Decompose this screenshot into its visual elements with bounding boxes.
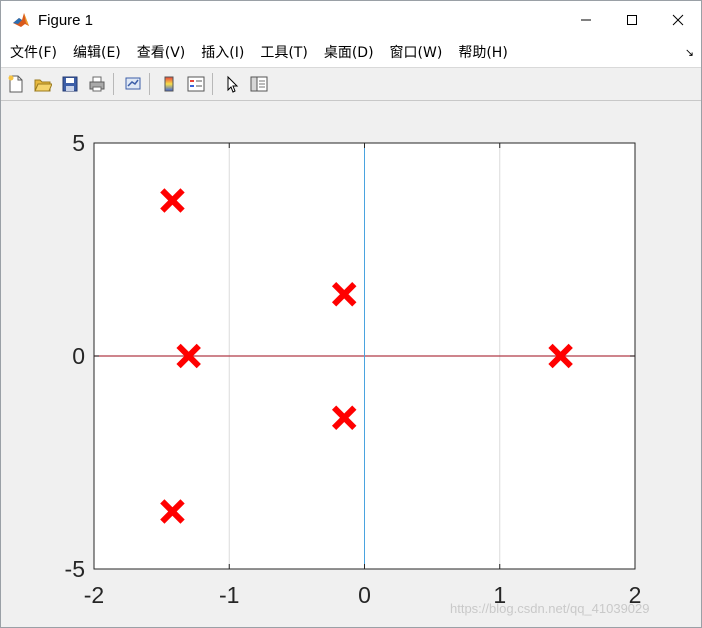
y-tick-label: 5: [72, 130, 85, 156]
close-icon: [672, 14, 684, 26]
menu-file[interactable]: 文件(F): [1, 39, 65, 67]
edit-plot-button[interactable]: [220, 72, 244, 96]
insert-legend-icon: [187, 76, 205, 92]
x-tick-label: -2: [84, 582, 104, 608]
watermark-text: https://blog.csdn.net/qq_41039029: [450, 601, 650, 616]
x-tick-label: -1: [219, 582, 239, 608]
minimize-icon: [581, 19, 591, 21]
toolbar-separator: [113, 73, 114, 95]
maximize-icon: [627, 15, 637, 25]
menu-edit[interactable]: 编辑(E): [65, 39, 129, 67]
close-button[interactable]: [655, 1, 701, 39]
menu-window[interactable]: 窗口(W): [382, 39, 451, 67]
show-plot-tools-button[interactable]: [247, 72, 271, 96]
title-bar[interactable]: Figure 1: [1, 1, 701, 39]
figure-canvas: -2 -1 0 1 2 -5 0 5: [1, 101, 701, 627]
minimize-button[interactable]: [563, 1, 609, 39]
menu-insert[interactable]: 插入(I): [193, 39, 252, 67]
open-file-icon: [34, 79, 52, 92]
menu-tools[interactable]: 工具(T): [252, 39, 315, 67]
matlab-logo-icon: [12, 11, 30, 29]
link-plot-icon: [125, 77, 141, 90]
save-figure-icon: [62, 76, 78, 92]
scatter-plot[interactable]: -2 -1 0 1 2-505: [1, 101, 701, 627]
insert-legend-button[interactable]: [184, 72, 208, 96]
new-figure-icon: [8, 75, 23, 93]
menu-bar: 文件(F) 编辑(E) 查看(V) 插入(I) 工具(T) 桌面(D) 窗口(W…: [1, 39, 701, 68]
show-plot-tools-icon: [250, 76, 268, 92]
dock-figure-icon[interactable]: ↘: [685, 46, 694, 59]
toolbar-separator: [149, 73, 150, 95]
insert-colorbar-button[interactable]: [157, 72, 181, 96]
open-file-button[interactable]: [31, 72, 55, 96]
maximize-button[interactable]: [609, 1, 655, 39]
menu-desktop[interactable]: 桌面(D): [316, 39, 382, 67]
link-plot-button[interactable]: [121, 72, 145, 96]
y-tick-label: -5: [65, 556, 85, 582]
print-figure-button[interactable]: [85, 72, 109, 96]
print-figure-icon: [89, 76, 105, 92]
menu-help[interactable]: 帮助(H): [450, 39, 515, 67]
new-figure-button[interactable]: [4, 72, 28, 96]
window-title: Figure 1: [38, 11, 94, 29]
save-figure-button[interactable]: [58, 72, 82, 96]
toolbar-separator: [212, 73, 213, 95]
x-tick-label: 0: [358, 582, 371, 608]
insert-colorbar-icon: [164, 76, 174, 92]
figure-window: Figure 1 文件(F) 编辑(E) 查看(V) 插入(I) 工具(T) 桌…: [0, 0, 702, 628]
y-tick-label: 0: [72, 343, 85, 369]
edit-plot-cursor-icon: [227, 75, 239, 93]
figure-toolbar: [1, 68, 701, 101]
menu-view[interactable]: 查看(V): [129, 39, 194, 67]
window-controls: [563, 1, 701, 39]
